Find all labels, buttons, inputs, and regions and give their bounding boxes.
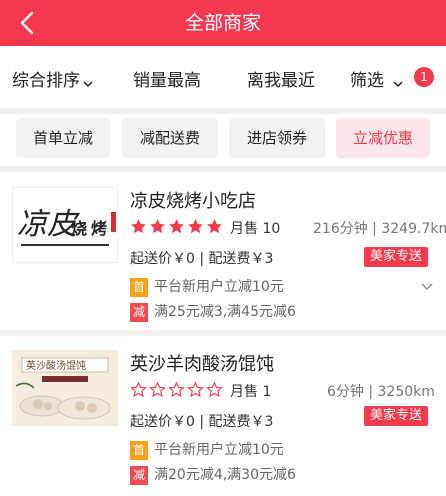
promo-row: 减满20元减4,满30元减6: [130, 466, 296, 486]
filter-button[interactable]: 筛选: [350, 66, 404, 91]
sort-distance-label: 离我最近: [247, 71, 315, 91]
delivery-time: 216分钟: [313, 221, 368, 237]
star-empty-icon: [130, 381, 147, 398]
discount-badge: 减: [130, 466, 148, 485]
expand-chevron-icon[interactable]: [420, 278, 434, 292]
shop-name[interactable]: 凉皮烧烤小吃店: [130, 187, 256, 213]
star-empty-icon: [187, 381, 204, 398]
star-empty-icon: [206, 381, 223, 398]
star-filled-icon: [130, 218, 147, 235]
chip-store-coupon[interactable]: 进店领券: [229, 118, 325, 158]
promo-text: 平台新用户立减10元: [154, 442, 284, 458]
sort-sales[interactable]: 销量最高: [133, 66, 201, 91]
promo-row: 首平台新用户立减10元: [130, 278, 284, 298]
filter-count-badge: 1: [414, 67, 434, 87]
promo-text: 满25元减3,满45元减6: [154, 304, 296, 320]
divider: [0, 108, 446, 114]
promo-row: 首平台新用户立减10元: [130, 441, 284, 461]
delivery-time: 6分钟: [327, 384, 364, 400]
distance: 3249.7km: [381, 221, 446, 237]
monthly-sales: 月售 10: [230, 221, 281, 237]
svg-text:烤: 烤: [91, 219, 107, 238]
star-filled-icon: [149, 218, 166, 235]
star-empty-icon: [168, 381, 185, 398]
shop-logo: 凉皮 烧 烤: [12, 187, 118, 263]
rating-stars: [130, 381, 225, 399]
discount-badge: 减: [130, 303, 148, 322]
sort-comprehensive-label: 综合排序: [12, 71, 80, 91]
sort-sales-label: 销量最高: [133, 71, 201, 91]
fee-info: 起送价￥0 | 配送费￥3: [130, 251, 274, 267]
promo-text: 平台新用户立减10元: [154, 279, 284, 295]
shop-card[interactable]: 英沙酸汤馄饨 英沙羊肉酸汤馄饨 月售 1 6分钟 | 3250km 起送价￥0 …: [0, 336, 446, 496]
sort-comprehensive[interactable]: 综合排序: [12, 66, 94, 91]
filter-label: 筛选: [350, 71, 384, 91]
sort-distance[interactable]: 离我最近: [247, 66, 315, 91]
star-filled-icon: [206, 218, 223, 235]
chevron-down-icon: [82, 75, 94, 88]
shop-name[interactable]: 英沙羊肉酸汤馄饨: [130, 350, 274, 376]
shop-logo: 英沙酸汤馄饨: [12, 350, 118, 426]
delivery-time-distance: 216分钟 | 3249.7km: [313, 218, 446, 238]
first-order-badge: 首: [130, 441, 148, 460]
star-empty-icon: [149, 381, 166, 398]
chip-reduced-delivery-fee[interactable]: 减配送费: [122, 118, 218, 158]
delivery-tag: 美家专送: [364, 247, 429, 267]
monthly-sales: 月售 1: [230, 384, 272, 400]
page-title: 全部商家: [184, 12, 261, 34]
rating-stars: [130, 218, 225, 236]
delivery-fee: 配送费￥3: [208, 414, 274, 430]
shop-card[interactable]: 凉皮 烧 烤 凉皮烧烤小吃店 月售 10 216分钟 | 3249.7km 起送…: [0, 172, 446, 332]
star-filled-icon: [168, 218, 185, 235]
first-order-badge: 首: [130, 278, 148, 297]
min-order: 起送价￥0: [130, 414, 195, 430]
filter-chips: 首单立减 减配送费 进店领券 立减优惠: [0, 118, 446, 164]
promo-row: 减满25元减3,满45元减6: [130, 303, 296, 323]
promo-text: 满20元减4,满30元减6: [154, 467, 296, 483]
delivery-time-distance: 6分钟 | 3250km: [327, 384, 435, 400]
chip-first-order-discount[interactable]: 首单立减: [16, 118, 110, 158]
app-header: 全部商家: [0, 0, 446, 46]
sort-bar: 综合排序 销量最高 离我最近 筛选 1: [0, 46, 446, 110]
distance: 3250km: [377, 384, 435, 400]
min-order: 起送价￥0: [130, 251, 195, 267]
delivery-fee: 配送费￥3: [208, 251, 274, 267]
fee-info: 起送价￥0 | 配送费￥3: [130, 414, 274, 430]
svg-text:烧: 烧: [71, 219, 87, 238]
star-filled-icon: [187, 218, 204, 235]
chip-instant-discount[interactable]: 立减优惠: [336, 118, 430, 158]
svg-text:英沙酸汤馄饨: 英沙酸汤馄饨: [26, 359, 86, 372]
chevron-down-icon: [392, 75, 404, 88]
delivery-tag: 美家专送: [364, 406, 429, 426]
